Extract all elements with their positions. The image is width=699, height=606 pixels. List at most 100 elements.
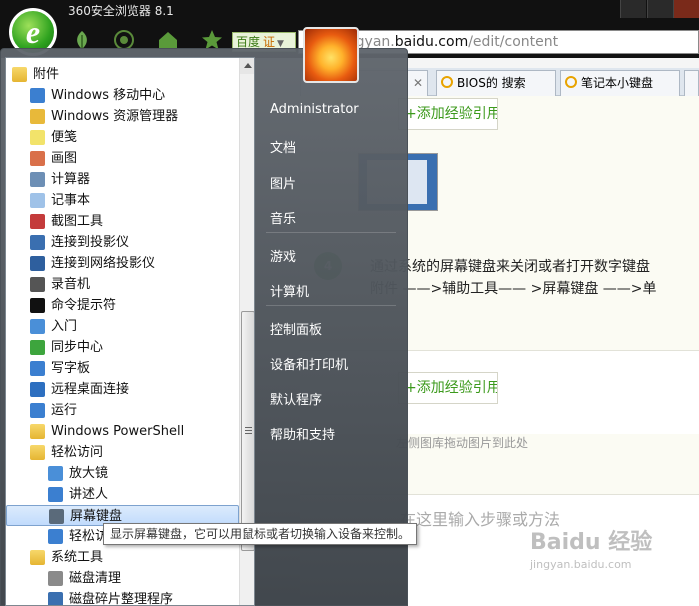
menu-item-help-support[interactable]: 帮助和支持 <box>270 424 335 443</box>
drag-image-hint: 左侧图库拖动图片到此处 <box>396 436 529 450</box>
program-item[interactable]: 放大镜 <box>6 463 239 484</box>
minimize-button[interactable] <box>620 0 646 18</box>
program-item-label: 入门 <box>51 319 78 334</box>
folder-icon <box>30 550 45 565</box>
network-projector-icon <box>30 256 45 271</box>
program-item[interactable]: 连接到投影仪 <box>6 232 239 253</box>
menu-item-administrator[interactable]: Administrator <box>270 102 359 117</box>
program-item[interactable]: 画图 <box>6 148 239 169</box>
program-item-label: 放大镜 <box>69 466 109 481</box>
program-tooltip: 显示屏幕键盘，它可以用鼠标或者切换输入设备来控制。 <box>103 523 418 545</box>
magnifier-icon <box>48 466 63 481</box>
program-item[interactable]: Windows 移动中心 <box>6 85 239 106</box>
add-citation-button[interactable]: +添加经验引用 <box>398 98 498 130</box>
close-tab-icon[interactable]: ✕ <box>413 71 423 95</box>
mobility-center-icon <box>30 88 45 103</box>
program-item[interactable]: 计算器 <box>6 169 239 190</box>
baidu-jingyan-watermark: Baidu 经验 jingyan.baidu.com <box>530 530 653 571</box>
tab-bios-search[interactable]: BIOS的 搜索 <box>436 70 556 96</box>
verified-badge: 证 <box>263 35 276 49</box>
user-avatar[interactable] <box>303 27 359 83</box>
notepad-icon <box>30 193 45 208</box>
program-item[interactable]: 运行 <box>6 400 239 421</box>
program-item[interactable]: 同步中心 <box>6 337 239 358</box>
program-item-label: 连接到网络投影仪 <box>51 256 156 271</box>
folder-icon <box>30 445 45 460</box>
program-item-label: 记事本 <box>51 193 91 208</box>
step-text-line-1[interactable]: 通过系统的屏幕键盘来关闭或者打开数字键盘 <box>370 256 650 276</box>
program-item-label: 同步中心 <box>51 340 104 355</box>
menu-item-music[interactable]: 音乐 <box>270 208 296 227</box>
run-icon <box>30 403 45 418</box>
program-item[interactable]: 录音机 <box>6 274 239 295</box>
command-prompt-icon <box>30 298 45 313</box>
menu-separator <box>266 232 396 233</box>
program-item[interactable]: 远程桌面连接 <box>6 379 239 400</box>
tab-overflow[interactable] <box>684 70 699 96</box>
sync-center-icon <box>30 340 45 355</box>
program-item[interactable]: 入门 <box>6 316 239 337</box>
program-item-label: 远程桌面连接 <box>51 382 130 397</box>
menu-item-default-programs[interactable]: 默认程序 <box>270 389 322 408</box>
program-item-label: 画图 <box>51 151 78 166</box>
program-item-label: Windows 资源管理器 <box>51 109 179 124</box>
defragmenter-icon <box>48 592 63 605</box>
program-item-label: 轻松访问 <box>51 445 104 460</box>
menu-item-control-panel[interactable]: 控制面板 <box>270 319 322 338</box>
program-item[interactable]: 便笺 <box>6 127 239 148</box>
browser-title: 360安全浏览器 8.1 <box>68 4 174 18</box>
disk-cleanup-icon <box>48 571 63 586</box>
program-item[interactable]: 讲述人 <box>6 484 239 505</box>
program-item-label: 讲述人 <box>69 487 109 502</box>
baidu-tab-icon <box>565 76 577 88</box>
folder-icon <box>12 67 27 82</box>
program-item-label: 便笺 <box>51 130 78 145</box>
program-item[interactable]: 系统工具 <box>6 547 239 568</box>
maximize-button[interactable] <box>647 0 673 18</box>
sticky-notes-icon <box>30 130 45 145</box>
program-item-label: 运行 <box>51 403 78 418</box>
program-item[interactable]: 附件 <box>6 64 239 85</box>
program-item[interactable]: 连接到网络投影仪 <box>6 253 239 274</box>
menu-item-computer[interactable]: 计算机 <box>270 281 309 300</box>
getting-started-icon <box>30 319 45 334</box>
program-item-label: 命令提示符 <box>51 298 117 313</box>
program-item-label: 截图工具 <box>51 214 104 229</box>
program-item[interactable]: 命令提示符 <box>6 295 239 316</box>
program-item-label: 磁盘清理 <box>69 571 122 586</box>
program-item[interactable]: 写字板 <box>6 358 239 379</box>
paint-icon <box>30 151 45 166</box>
program-item-label: 磁盘碎片整理程序 <box>69 592 174 606</box>
program-item[interactable]: 截图工具 <box>6 211 239 232</box>
close-button[interactable] <box>673 0 699 18</box>
program-item-label: 连接到投影仪 <box>51 235 130 250</box>
program-item[interactable]: 记事本 <box>6 190 239 211</box>
program-item[interactable]: 磁盘碎片整理程序 <box>6 589 239 606</box>
program-item[interactable]: Windows 资源管理器 <box>6 106 239 127</box>
folder-icon <box>30 424 45 439</box>
tab-laptop-keypad[interactable]: 笔记本小键盘 <box>560 70 680 96</box>
scroll-up-arrow-icon[interactable] <box>240 58 254 74</box>
menu-item-games[interactable]: 游戏 <box>270 246 296 265</box>
menu-item-pictures[interactable]: 图片 <box>270 173 296 192</box>
wordpad-icon <box>30 361 45 376</box>
menu-item-devices-printers[interactable]: 设备和打印机 <box>270 354 348 373</box>
program-item[interactable]: Windows PowerShell <box>6 421 239 442</box>
program-item-label: 计算器 <box>51 172 91 187</box>
step-text-line-2[interactable]: 附件 ——>辅助工具—— >屏幕键盘 ——>单 <box>370 278 657 298</box>
program-item-label: 系统工具 <box>51 550 104 565</box>
microphone-icon <box>30 277 45 292</box>
program-item-label: Windows PowerShell <box>51 424 185 439</box>
scrollbar-thumb[interactable] <box>241 311 254 551</box>
program-item-label: 写字板 <box>51 361 91 376</box>
program-item[interactable]: 轻松访问 <box>6 442 239 463</box>
projector-icon <box>30 235 45 250</box>
remote-desktop-icon <box>30 382 45 397</box>
snipping-tool-icon <box>30 214 45 229</box>
program-item-label: Windows 移动中心 <box>51 88 166 103</box>
menu-separator <box>266 305 396 306</box>
menu-item-documents[interactable]: 文档 <box>270 137 296 156</box>
program-item-label: 录音机 <box>51 277 91 292</box>
program-item[interactable]: 磁盘清理 <box>6 568 239 589</box>
add-citation-button-2[interactable]: +添加经验引用 <box>398 372 498 404</box>
